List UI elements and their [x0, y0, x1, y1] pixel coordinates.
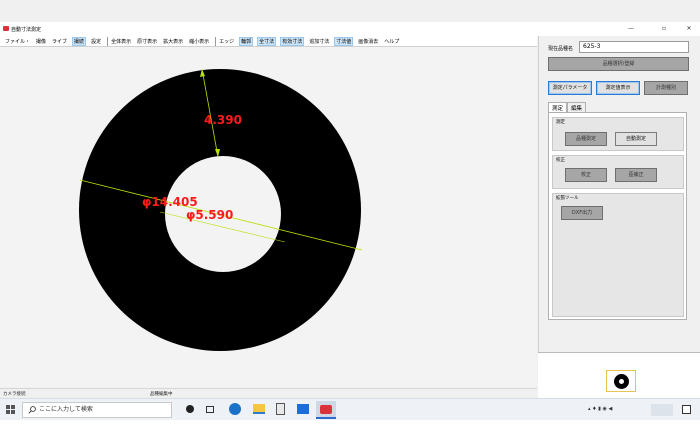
thumbnail-preview: [538, 352, 700, 398]
extension-tools-group: 拡張ツール DXF出力: [552, 193, 684, 317]
taskbar: ここに入力して検索 ▴ ♦ ▮ ◉ ◀: [0, 398, 700, 420]
auto-measure-button[interactable]: 自動測定: [615, 132, 657, 146]
menu-item-5[interactable]: 全体表示: [107, 36, 132, 46]
menu-item-13[interactable]: 追加寸法: [308, 37, 330, 46]
app-window: 自動寸法測定 — ▫ ✕ ファイル・ 撮像 ライブ 撮続 設定 全体表示 原寸表示 拡大表示縮…: [0, 0, 700, 398]
calibration-group-title: 校正: [556, 158, 565, 163]
product-name-label: 現在品種名: [548, 46, 574, 52]
search-placeholder: ここに入力して検索: [39, 406, 93, 413]
maximize-button[interactable]: ▫: [655, 24, 673, 34]
measure-app-icon: [320, 405, 332, 414]
outer-diameter-value: φ14.405: [142, 195, 198, 209]
thumbnail-disc: [614, 374, 629, 389]
thumbnail-frame: [606, 370, 636, 392]
menu-item-16[interactable]: ヘルプ: [383, 37, 400, 46]
tab-body: 測定 品種測定 自動測定 校正 校正 歪補正 拡張ツール DXF出力: [548, 112, 687, 320]
menu-item-14[interactable]: 寸法値: [334, 36, 354, 46]
menu-item-4[interactable]: 設定: [90, 37, 102, 46]
menu-item-3[interactable]: 撮続: [72, 36, 87, 46]
menu-bar: ファイル・ 撮像 ライブ 撮続 設定 全体表示 原寸表示 拡大表示 縮小表示 エッジ 輪郭 全寸法 有効…: [0, 36, 537, 47]
notification-icon[interactable]: [682, 405, 691, 414]
select-product-button[interactable]: 品種選択/登録: [548, 57, 689, 71]
minimize-button[interactable]: —: [622, 24, 640, 34]
calibrate-button[interactable]: 校正: [565, 168, 607, 182]
menu-item-12[interactable]: 有効寸法: [280, 36, 305, 46]
menu-item-6[interactable]: 原寸表示: [136, 37, 158, 46]
measure-group: 測定 品種測定 自動測定: [552, 117, 684, 151]
image-canvas[interactable]: 4.390 φ14.405 φ5.590: [0, 47, 537, 387]
search-icon: [28, 406, 36, 414]
height-value: 4.390: [204, 113, 242, 127]
extension-group-title: 拡張ツール: [556, 196, 579, 201]
menu-item-1[interactable]: 撮像: [35, 37, 47, 46]
tab-measure[interactable]: 測定: [548, 102, 568, 112]
title-bar: 自動寸法測定 — ▫ ✕: [0, 22, 700, 36]
taskbar-search-input[interactable]: ここに入力して検索: [22, 402, 172, 418]
measurement-view: 4.390 φ14.405 φ5.590: [79, 68, 363, 351]
panel-tabs: 測定 編集: [548, 102, 587, 112]
measure-params-button[interactable]: 測定パラメータ: [548, 81, 592, 95]
menu-item-7[interactable]: 拡大表示: [162, 37, 184, 46]
menu-item-15[interactable]: 画像消去: [357, 37, 379, 46]
measure-app-taskbar-button[interactable]: [316, 401, 336, 419]
windows-start-icon[interactable]: [6, 405, 15, 419]
menu-item-0[interactable]: ファイル・: [4, 37, 31, 46]
distortion-correct-button[interactable]: 歪補正: [615, 168, 657, 182]
app-icon: [3, 26, 9, 31]
window-title: 自動寸法測定: [11, 27, 42, 33]
store-icon[interactable]: [276, 403, 285, 415]
cortana-icon[interactable]: [186, 405, 194, 413]
value-display-button[interactable]: 測定値表示: [596, 81, 640, 95]
product-name-field[interactable]: 625-3: [579, 41, 689, 53]
clock-area[interactable]: [651, 404, 673, 416]
file-explorer-icon[interactable]: [253, 404, 265, 414]
status-mode: 品種編集中: [150, 392, 173, 397]
menu-item-8[interactable]: 縮小表示: [188, 37, 210, 46]
inner-diameter-value: φ5.590: [186, 208, 233, 222]
task-view-icon[interactable]: [206, 406, 214, 413]
calibration-group: 校正 校正 歪補正: [552, 155, 684, 189]
menu-item-11[interactable]: 全寸法: [257, 36, 277, 46]
status-bar: カメラ接続 品種編集中: [0, 388, 537, 398]
close-button[interactable]: ✕: [680, 24, 698, 34]
measure-group-title: 測定: [556, 120, 565, 125]
edge-browser-icon[interactable]: [229, 403, 241, 415]
menu-item-9[interactable]: エッジ: [215, 36, 235, 46]
dxf-export-button[interactable]: DXF出力: [561, 206, 603, 220]
product-measure-button[interactable]: 品種測定: [565, 132, 607, 146]
menu-item-10[interactable]: 輪郭: [239, 36, 254, 46]
system-tray-icons[interactable]: ▴ ♦ ▮ ◉ ◀: [588, 406, 648, 414]
tab-edit[interactable]: 編集: [567, 102, 587, 112]
desktop-strip: [0, 420, 700, 440]
menu-item-2[interactable]: ライブ: [51, 37, 68, 46]
status-camera: カメラ接続: [3, 392, 26, 397]
mail-icon[interactable]: [297, 404, 309, 414]
history-button[interactable]: 計測種別: [644, 81, 688, 95]
